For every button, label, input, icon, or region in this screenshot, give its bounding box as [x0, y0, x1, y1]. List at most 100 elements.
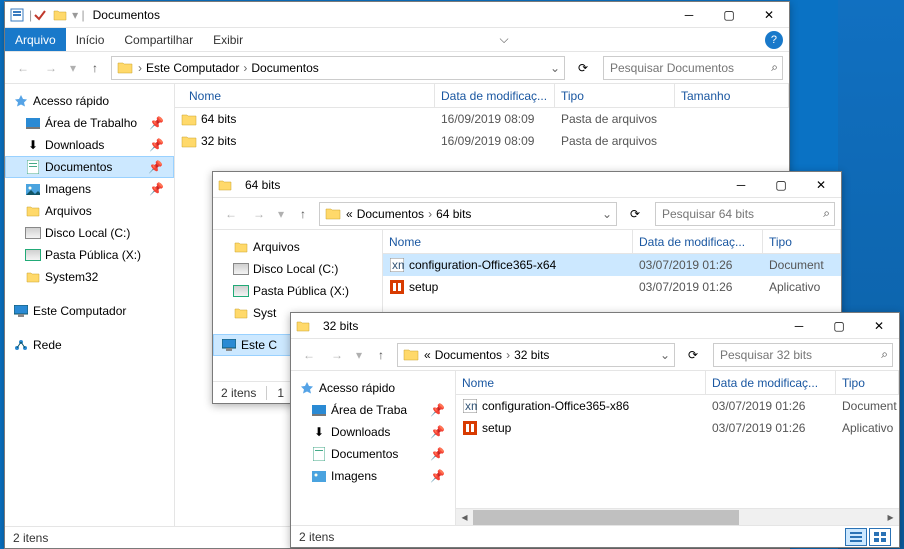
back-button[interactable]: ← — [11, 56, 35, 80]
search-icon[interactable]: ⌕ — [823, 206, 830, 221]
list-item[interactable]: 64 bits 16/09/2019 08:09 Pasta de arquiv… — [175, 108, 789, 130]
close-button[interactable]: ✕ — [801, 172, 841, 198]
nav-files[interactable]: Arquivos — [5, 200, 174, 222]
column-headers-2[interactable]: Nome Data de modificaç... Tipo — [383, 230, 841, 254]
scroll-right-icon[interactable]: ▸ — [882, 509, 899, 526]
breadcrumb-seg[interactable]: 64 bits — [434, 207, 473, 221]
refresh-button[interactable]: ⟳ — [571, 56, 595, 80]
col-date[interactable]: Data de modificaç... — [706, 371, 836, 394]
nav-public-x[interactable]: Pasta Pública (X:) — [5, 244, 174, 266]
refresh-button[interactable]: ⟳ — [623, 202, 647, 226]
tab-exibir[interactable]: Exibir — [203, 28, 253, 51]
up-button[interactable]: ↑ — [369, 343, 393, 367]
search-icon[interactable]: ⌕ — [771, 60, 778, 75]
col-name[interactable]: Nome — [456, 371, 706, 394]
tab-arquivo[interactable]: Arquivo — [5, 28, 66, 51]
nav-quick-access[interactable]: Acesso rápido — [291, 377, 455, 399]
nav-desktop[interactable]: Área de Trabalho📌 — [5, 112, 174, 134]
minimize-button[interactable]: ─ — [779, 313, 819, 339]
back-button[interactable]: ← — [219, 202, 243, 226]
close-button[interactable]: ✕ — [749, 2, 789, 28]
nav-images[interactable]: Imagens📌 — [5, 178, 174, 200]
nav-documents[interactable]: Documentos📌 — [5, 156, 174, 178]
titlebar-3[interactable]: 32 bits ─ ▢ ✕ — [291, 313, 899, 339]
col-name[interactable]: Nome — [383, 230, 633, 253]
qat-folder-icon[interactable] — [52, 7, 68, 23]
breadcrumb[interactable]: « Documentos › 32 bits ⌄ — [397, 343, 675, 367]
minimize-button[interactable]: ─ — [669, 2, 709, 28]
horizontal-scrollbar[interactable]: ◂ ▸ — [456, 508, 899, 525]
chevron-right-icon[interactable]: › — [426, 207, 434, 221]
nav-disk-c[interactable]: Disco Local (C:) — [5, 222, 174, 244]
breadcrumb-seg[interactable]: Documentos — [433, 348, 504, 362]
breadcrumb-current[interactable]: Documentos — [249, 61, 320, 75]
col-type[interactable]: Tipo — [763, 230, 841, 253]
column-headers-3[interactable]: Nome Data de modificaç... Tipo — [456, 371, 899, 395]
col-size[interactable]: Tamanho — [675, 84, 789, 107]
recent-dropdown-icon[interactable]: ▾ — [353, 343, 365, 367]
col-type[interactable]: Tipo — [836, 371, 899, 394]
search-input[interactable] — [608, 60, 771, 76]
navigation-pane-3[interactable]: Acesso rápido Área de Traba📌 ⬇Downloads📌… — [291, 371, 456, 525]
minimize-button[interactable]: ─ — [721, 172, 761, 198]
nav-network[interactable]: Rede — [5, 334, 174, 356]
nav-desktop[interactable]: Área de Traba📌 — [291, 399, 455, 421]
chevron-right-icon[interactable]: › — [504, 348, 512, 362]
close-button[interactable]: ✕ — [859, 313, 899, 339]
col-date[interactable]: Data de modificaç... — [633, 230, 763, 253]
up-button[interactable]: ↑ — [291, 202, 315, 226]
forward-button[interactable]: → — [39, 56, 63, 80]
col-type[interactable]: Tipo — [555, 84, 675, 107]
forward-button[interactable]: → — [247, 202, 271, 226]
tab-compartilhar[interactable]: Compartilhar — [114, 28, 203, 51]
ribbon-collapse-icon[interactable]: ⌵ — [499, 32, 508, 47]
column-headers[interactable]: Nome Data de modificaç... Tipo Tamanho — [175, 84, 789, 108]
list-item[interactable]: setup 03/07/2019 01:26 Aplicativo — [383, 276, 841, 298]
qat-save-icon[interactable] — [32, 7, 48, 23]
nav-disk-c[interactable]: Disco Local (C:) — [213, 258, 382, 280]
nav-documents[interactable]: Documentos📌 — [291, 443, 455, 465]
nav-system32[interactable]: System32 — [5, 266, 174, 288]
search-box[interactable]: ⌕ — [655, 202, 835, 226]
navigation-pane[interactable]: Acesso rápido Área de Trabalho📌 ⬇Downloa… — [5, 84, 175, 526]
list-item[interactable]: xmlconfiguration-Office365-x86 03/07/201… — [456, 395, 899, 417]
titlebar-2[interactable]: 64 bits ─ ▢ ✕ — [213, 172, 841, 198]
scrollbar-thumb[interactable] — [473, 510, 739, 525]
chevron-right-icon[interactable]: › — [241, 61, 249, 75]
nav-this-pc[interactable]: Este Computador — [5, 300, 174, 322]
address-dropdown-icon[interactable]: ⌄ — [658, 348, 672, 362]
back-button[interactable]: ← — [297, 343, 321, 367]
recent-dropdown-icon[interactable]: ▾ — [67, 56, 79, 80]
recent-dropdown-icon[interactable]: ▾ — [275, 202, 287, 226]
refresh-button[interactable]: ⟳ — [681, 343, 705, 367]
search-icon[interactable]: ⌕ — [881, 347, 888, 362]
maximize-button[interactable]: ▢ — [709, 2, 749, 28]
address-dropdown-icon[interactable]: ⌄ — [600, 207, 614, 221]
up-button[interactable]: ↑ — [83, 56, 107, 80]
search-box[interactable]: ⌕ — [713, 343, 893, 367]
breadcrumb-seg[interactable]: 32 bits — [512, 348, 551, 362]
scroll-left-icon[interactable]: ◂ — [456, 509, 473, 526]
list-item[interactable]: setup 03/07/2019 01:26 Aplicativo — [456, 417, 899, 439]
nav-public-x[interactable]: Pasta Pública (X:) — [213, 280, 382, 302]
titlebar-1[interactable]: | ▾ | Documentos ─ ▢ ✕ — [5, 2, 789, 28]
help-icon[interactable]: ? — [765, 31, 783, 49]
forward-button[interactable]: → — [325, 343, 349, 367]
search-box[interactable]: ⌕ — [603, 56, 783, 80]
chevron-right-icon[interactable]: › — [136, 61, 144, 75]
col-date[interactable]: Data de modificaç... — [435, 84, 555, 107]
maximize-button[interactable]: ▢ — [819, 313, 859, 339]
nav-quick-access[interactable]: Acesso rápido — [5, 90, 174, 112]
list-item[interactable]: xmlconfiguration-Office365-x64 03/07/201… — [383, 254, 841, 276]
file-list-3[interactable]: xmlconfiguration-Office365-x86 03/07/201… — [456, 395, 899, 508]
view-large-icon[interactable] — [869, 528, 891, 546]
maximize-button[interactable]: ▢ — [761, 172, 801, 198]
search-input[interactable] — [660, 206, 823, 222]
search-input[interactable] — [718, 347, 881, 363]
breadcrumb[interactable]: « Documentos › 64 bits ⌄ — [319, 202, 617, 226]
breadcrumb[interactable]: › Este Computador › Documentos ⌄ — [111, 56, 565, 80]
nav-downloads[interactable]: ⬇Downloads📌 — [291, 421, 455, 443]
breadcrumb-root[interactable]: Este Computador — [144, 61, 241, 75]
nav-images[interactable]: Imagens📌 — [291, 465, 455, 487]
nav-downloads[interactable]: ⬇Downloads📌 — [5, 134, 174, 156]
